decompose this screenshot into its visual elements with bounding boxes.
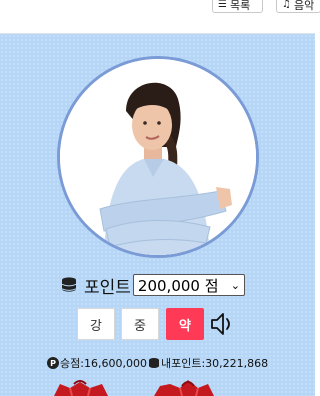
top-toolbar: ☰ 목록 ♫ 음악 — [0, 0, 320, 34]
music-button-label: 음악 — [293, 0, 315, 12]
speaker-icon[interactable] — [210, 311, 234, 337]
my-points-label: 내포인트 — [160, 357, 202, 370]
intensity-strong-label: 강 — [90, 318, 102, 334]
gift-box-icon — [154, 380, 214, 396]
chevron-down-icon: ⌄ — [230, 278, 240, 292]
point-badge-icon: P — [47, 357, 59, 369]
win-points-label: 승점 — [60, 357, 81, 370]
intensity-strong-button[interactable]: 강 — [77, 308, 115, 340]
intensity-weak-button[interactable]: 약 — [166, 308, 204, 340]
points-select-value: 200,000 점 — [137, 276, 219, 295]
intensity-medium-label: 중 — [134, 318, 146, 334]
gift-box-icon — [54, 380, 108, 396]
intensity-weak-label: 약 — [179, 318, 191, 334]
points-row: 포인트 200,000 점 ⌄ — [60, 272, 245, 298]
list-icon: ☰ — [218, 0, 227, 10]
my-points-value: 30,221,868 — [205, 356, 269, 370]
profile-avatar — [57, 56, 259, 258]
intensity-medium-button[interactable]: 중 — [121, 308, 159, 340]
points-label: 포인트 — [84, 277, 131, 298]
points-select[interactable]: 200,000 점 ⌄ — [132, 274, 245, 296]
music-icon: ♫ — [282, 0, 291, 10]
woman-portrait-image — [60, 59, 256, 255]
music-button[interactable]: ♫ 음악 — [276, 0, 320, 13]
stats-line: P 승점 : 16,600,000 내포인트 : 30,221,868 — [47, 355, 268, 371]
list-button-label: 목록 — [229, 0, 251, 12]
coins-icon — [148, 358, 159, 368]
coins-icon — [61, 277, 77, 292]
win-points-value: 16,600,000 — [83, 356, 147, 370]
list-button[interactable]: ☰ 목록 — [212, 0, 263, 13]
